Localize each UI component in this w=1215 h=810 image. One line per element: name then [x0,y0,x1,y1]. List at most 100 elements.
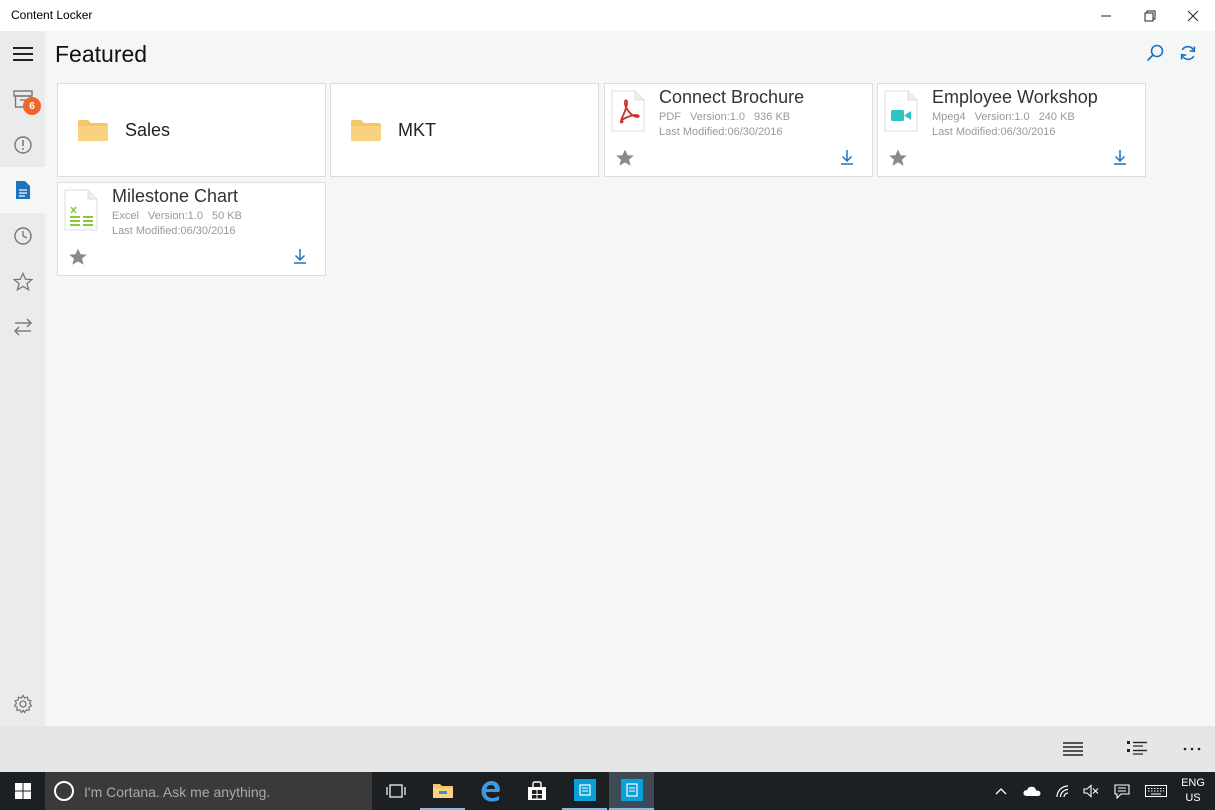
list-view-button[interactable] [1061,738,1085,760]
star-outline-icon [12,272,33,292]
search-icon [1146,44,1164,62]
video-file-icon [884,90,918,132]
detail-list-icon [1127,741,1147,755]
document-name: Connect Brochure [659,87,805,107]
document-meta: PDF Version:1.0 936 KB [659,111,799,123]
alert-icon [13,136,32,154]
document-type: Excel [112,210,139,222]
document-card-milestone-chart[interactable]: Milestone Chart Excel Version:1.0 50 KB La… [57,182,326,276]
sidebar-item-favorites[interactable] [0,259,45,305]
edge-browser-icon [481,781,500,802]
task-view-icon [385,784,406,798]
sidebar-item-settings[interactable] [0,681,45,727]
file-explorer-icon [432,784,453,798]
touch-keyboard-button[interactable] [1142,772,1170,810]
hamburger-menu-button[interactable] [0,31,45,77]
document-version: Version:1.0 [147,210,203,222]
document-type: PDF [659,111,681,123]
content-locker-app-icon [620,779,643,801]
refresh-button[interactable] [1177,42,1199,64]
document-icon [15,181,30,199]
folder-name: MKT [398,120,436,140]
volume-tray-button[interactable] [1080,772,1102,810]
taskbar-app-1[interactable] [562,772,607,810]
restore-icon [1144,10,1156,21]
taskbar-edge[interactable] [467,772,512,810]
store-bag-icon [527,781,546,800]
document-version: Version:1.0 [974,111,1030,123]
list-view-icon [1063,742,1083,756]
document-type: Mpeg4 [932,111,966,123]
minimize-icon [1101,15,1111,16]
close-icon [1187,10,1199,21]
detail-view-button[interactable] [1125,738,1149,760]
page-title: Featured [55,41,148,67]
bottom-app-bar [0,726,1215,772]
document-name: Milestone Chart [112,186,239,206]
transfer-arrows-icon [13,318,32,336]
clock-icon [13,227,32,245]
cloud-icon [1023,786,1041,796]
cortana-search-box[interactable]: I'm Cortana. Ask me anything. [45,772,372,810]
sidebar-item-notifications[interactable] [0,122,45,168]
document-card-connect-brochure[interactable]: Connect Brochure PDF Version:1.0 936 KB La… [604,83,873,177]
sidebar-item-transfers[interactable] [0,304,45,350]
document-name: Employee Workshop [932,87,1098,107]
window-title: Content Locker [11,8,93,22]
wifi-icon [1056,785,1069,798]
notification-count-badge: 6 [23,97,41,115]
more-icon [1183,747,1201,751]
close-button[interactable] [1171,0,1215,31]
region-code: US [1185,792,1201,804]
sidebar-item-featured[interactable] [0,167,45,213]
folder-icon [78,120,108,141]
document-modified: Last Modified:06/30/2016 [112,225,236,237]
notification-icon [1114,783,1130,799]
restore-button[interactable] [1128,0,1172,31]
gear-icon [13,694,32,714]
favorite-star-icon[interactable] [615,148,635,168]
language-indicator[interactable]: ENG US [1177,776,1209,806]
taskbar-content-locker[interactable] [609,772,654,810]
download-icon[interactable] [293,248,307,264]
start-button[interactable] [0,772,45,810]
folder-card-mkt[interactable]: MKT [330,83,599,177]
language-code: ENG [1181,777,1205,789]
document-size: 936 KB [754,111,791,123]
network-tray-button[interactable] [1052,772,1074,810]
document-meta: Excel Version:1.0 50 KB [112,210,251,222]
refresh-icon [1180,45,1196,61]
favorite-star-icon[interactable] [888,148,908,168]
onedrive-tray-button[interactable] [1019,772,1045,810]
folder-card-sales[interactable]: Sales [57,83,326,177]
folder-name: Sales [125,120,171,140]
favorite-star-icon[interactable] [68,247,88,267]
sidebar-item-recent[interactable] [0,213,45,259]
document-size: 240 KB [1038,111,1075,123]
cortana-icon [54,781,74,801]
windows-logo-icon [14,783,31,799]
taskbar-store[interactable] [514,772,559,810]
document-version: Version:1.0 [690,111,746,123]
more-options-button[interactable] [1180,738,1204,760]
download-icon[interactable] [840,149,854,165]
taskbar-file-explorer[interactable] [420,772,465,810]
minimize-button[interactable] [1084,0,1128,31]
title-bar: Content Locker [0,0,1215,31]
folder-icon [351,120,381,141]
search-button[interactable] [1144,42,1166,64]
show-hidden-icons-button[interactable] [991,772,1011,810]
document-size: 50 KB [211,210,242,222]
document-modified: Last Modified:06/30/2016 [659,126,783,138]
pdf-file-icon [611,90,645,132]
document-modified: Last Modified:06/30/2016 [932,126,1056,138]
document-meta: Mpeg4 Version:1.0 240 KB [932,111,1084,123]
document-card-employee-workshop[interactable]: Employee Workshop Mpeg4 Version:1.0 240 KB… [877,83,1146,177]
task-view-button[interactable] [373,772,418,810]
taskbar: I'm Cortana. Ask me anything. ENG US [0,772,1215,810]
app-tile-icon [573,779,596,801]
excel-file-icon [64,189,98,231]
chevron-up-icon [995,788,1007,795]
download-icon[interactable] [1113,149,1127,165]
action-center-button[interactable] [1110,772,1134,810]
